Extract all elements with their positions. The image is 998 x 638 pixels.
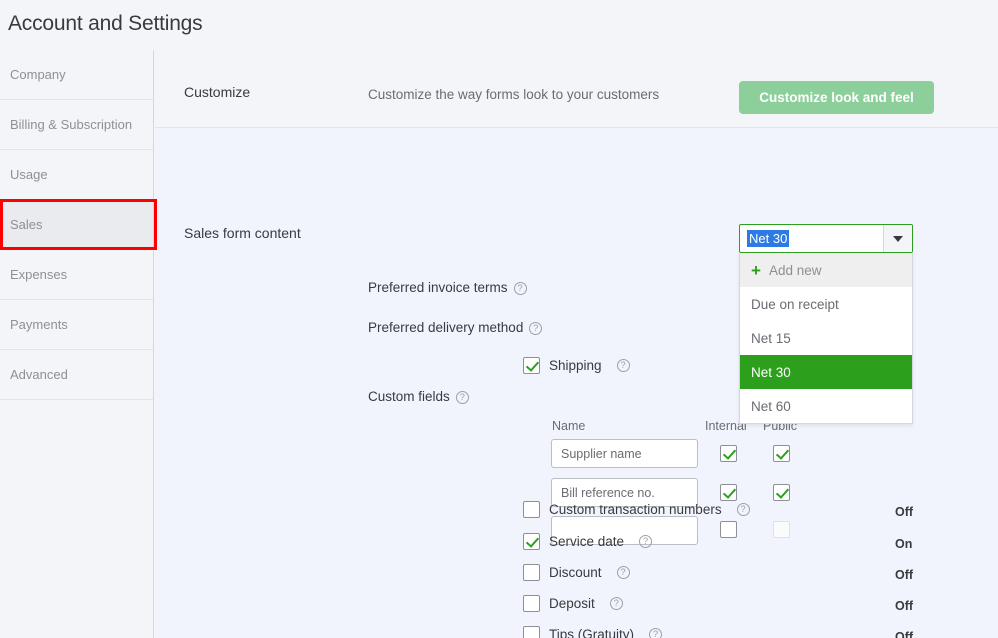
- option-state-deposit: Off: [895, 599, 914, 613]
- option-row-tips-gratuity: Tips (Gratuity) ?: [523, 626, 663, 638]
- dropdown-item-label: Add new: [768, 262, 822, 278]
- option-row-custom-transaction-numbers: Custom transaction numbers ?: [523, 501, 750, 518]
- customize-section-label: Customize: [184, 84, 251, 100]
- sidebar-item-sales[interactable]: Sales: [0, 200, 153, 250]
- sidebar-item-label: Expenses: [10, 267, 68, 282]
- shipping-checkbox[interactable]: [523, 357, 540, 374]
- sidebar-item-billing-subscription[interactable]: Billing & Subscription: [0, 100, 153, 150]
- option-state-discount: Off: [895, 568, 914, 582]
- help-icon[interactable]: ?: [455, 391, 469, 404]
- page-title: Account and Settings: [8, 12, 203, 35]
- option-row-discount: Discount ?: [523, 564, 630, 581]
- tips-gratuity-checkbox[interactable]: [523, 626, 540, 638]
- help-icon[interactable]: ?: [513, 282, 527, 295]
- preferred-invoice-terms-label: Preferred invoice terms?: [368, 280, 527, 295]
- sales-form-content-section: Sales form content Preferred invoice ter…: [155, 129, 998, 638]
- plus-icon: +: [751, 260, 761, 280]
- sidebar-item-advanced[interactable]: Advanced: [0, 350, 153, 400]
- custom-fields-text: Custom fields: [368, 389, 450, 404]
- dropdown-item-label: Net 30: [751, 364, 791, 380]
- dropdown-control[interactable]: Net 30: [739, 224, 913, 253]
- option-label: Discount: [549, 565, 602, 580]
- option-state-custom-transaction-numbers: Off: [895, 505, 914, 519]
- option-label: Service date: [549, 534, 625, 549]
- custom-field-public-checkbox-2[interactable]: [773, 484, 790, 501]
- settings-main-panel: Customize Customize the way forms look t…: [155, 50, 998, 638]
- customize-description: Customize the way forms look to your cus…: [368, 87, 660, 102]
- custom-field-internal-checkbox-2[interactable]: [720, 484, 737, 501]
- dropdown-item-net-15[interactable]: Net 15: [740, 321, 912, 355]
- custom-field-internal-checkbox-3[interactable]: [720, 521, 737, 538]
- dropdown-item-label: Net 15: [751, 330, 791, 346]
- shipping-option-row: Shipping ?: [523, 357, 630, 374]
- sales-form-content-label: Sales form content: [184, 225, 301, 241]
- account-settings-page: Account and Settings Company Billing & S…: [0, 0, 998, 638]
- customize-look-and-feel-button[interactable]: Customize look and feel: [739, 81, 934, 114]
- option-label: Tips (Gratuity): [549, 627, 635, 638]
- dropdown-item-due-on-receipt[interactable]: Due on receipt: [740, 287, 912, 321]
- customize-section: Customize Customize the way forms look t…: [155, 50, 998, 128]
- sidebar-item-label: Sales: [10, 217, 43, 232]
- sidebar-item-company[interactable]: Company: [0, 50, 153, 100]
- help-icon[interactable]: ?: [616, 359, 630, 372]
- sidebar-item-usage[interactable]: Usage: [0, 150, 153, 200]
- help-icon[interactable]: ?: [639, 535, 653, 548]
- chevron-down-icon: [893, 235, 903, 242]
- preferred-delivery-method-label: Preferred delivery method?: [368, 320, 543, 335]
- custom-field-public-checkbox-3: [773, 521, 790, 538]
- preferred-delivery-method-text: Preferred delivery method: [368, 320, 524, 335]
- custom-field-public-checkbox-1[interactable]: [773, 445, 790, 462]
- help-icon[interactable]: ?: [616, 566, 630, 579]
- option-state-service-date: On: [895, 537, 913, 551]
- dropdown-selected-value: Net 30: [747, 230, 790, 247]
- dropdown-toggle-button[interactable]: [883, 225, 912, 252]
- option-row-deposit: Deposit ?: [523, 595, 623, 612]
- dropdown-item-net-30[interactable]: Net 30: [740, 355, 912, 389]
- custom-field-name-input-1[interactable]: [551, 439, 698, 468]
- dropdown-item-net-60[interactable]: Net 60: [740, 389, 912, 423]
- option-label: Deposit: [549, 596, 595, 611]
- sidebar-item-label: Payments: [10, 317, 68, 332]
- dropdown-menu: + Add new Due on receipt Net 15 Net 30 N…: [739, 253, 913, 424]
- sidebar-item-label: Company: [10, 67, 66, 82]
- discount-checkbox[interactable]: [523, 564, 540, 581]
- preferred-invoice-terms-text: Preferred invoice terms: [368, 280, 508, 295]
- help-icon[interactable]: ?: [736, 503, 750, 516]
- sidebar-item-label: Advanced: [10, 367, 68, 382]
- deposit-checkbox[interactable]: [523, 595, 540, 612]
- preferred-invoice-terms-dropdown: Net 30 + Add new Due on receipt Net 15 N…: [739, 224, 913, 424]
- dropdown-item-label: Due on receipt: [751, 296, 839, 312]
- dropdown-item-label: Net 60: [751, 398, 791, 414]
- shipping-label: Shipping: [549, 358, 602, 373]
- help-icon[interactable]: ?: [609, 597, 623, 610]
- dropdown-item-add-new[interactable]: + Add new: [740, 253, 912, 287]
- custom-field-internal-checkbox-1[interactable]: [720, 445, 737, 462]
- service-date-checkbox[interactable]: [523, 533, 540, 550]
- help-icon[interactable]: ?: [649, 628, 663, 638]
- sidebar-item-expenses[interactable]: Expenses: [0, 250, 153, 300]
- custom-fields-header-name: Name: [552, 419, 586, 433]
- help-icon[interactable]: ?: [529, 322, 543, 335]
- sidebar-item-label: Billing & Subscription: [10, 117, 133, 132]
- custom-transaction-numbers-checkbox[interactable]: [523, 501, 540, 518]
- sidebar-item-payments[interactable]: Payments: [0, 300, 153, 350]
- option-state-tips-gratuity: Off: [895, 630, 914, 638]
- sidebar-item-label: Usage: [10, 167, 48, 182]
- option-label: Custom transaction numbers: [549, 502, 722, 517]
- settings-sidebar: Company Billing & Subscription Usage Sal…: [0, 50, 154, 638]
- option-row-service-date: Service date ?: [523, 533, 653, 550]
- custom-fields-label: Custom fields?: [368, 389, 469, 404]
